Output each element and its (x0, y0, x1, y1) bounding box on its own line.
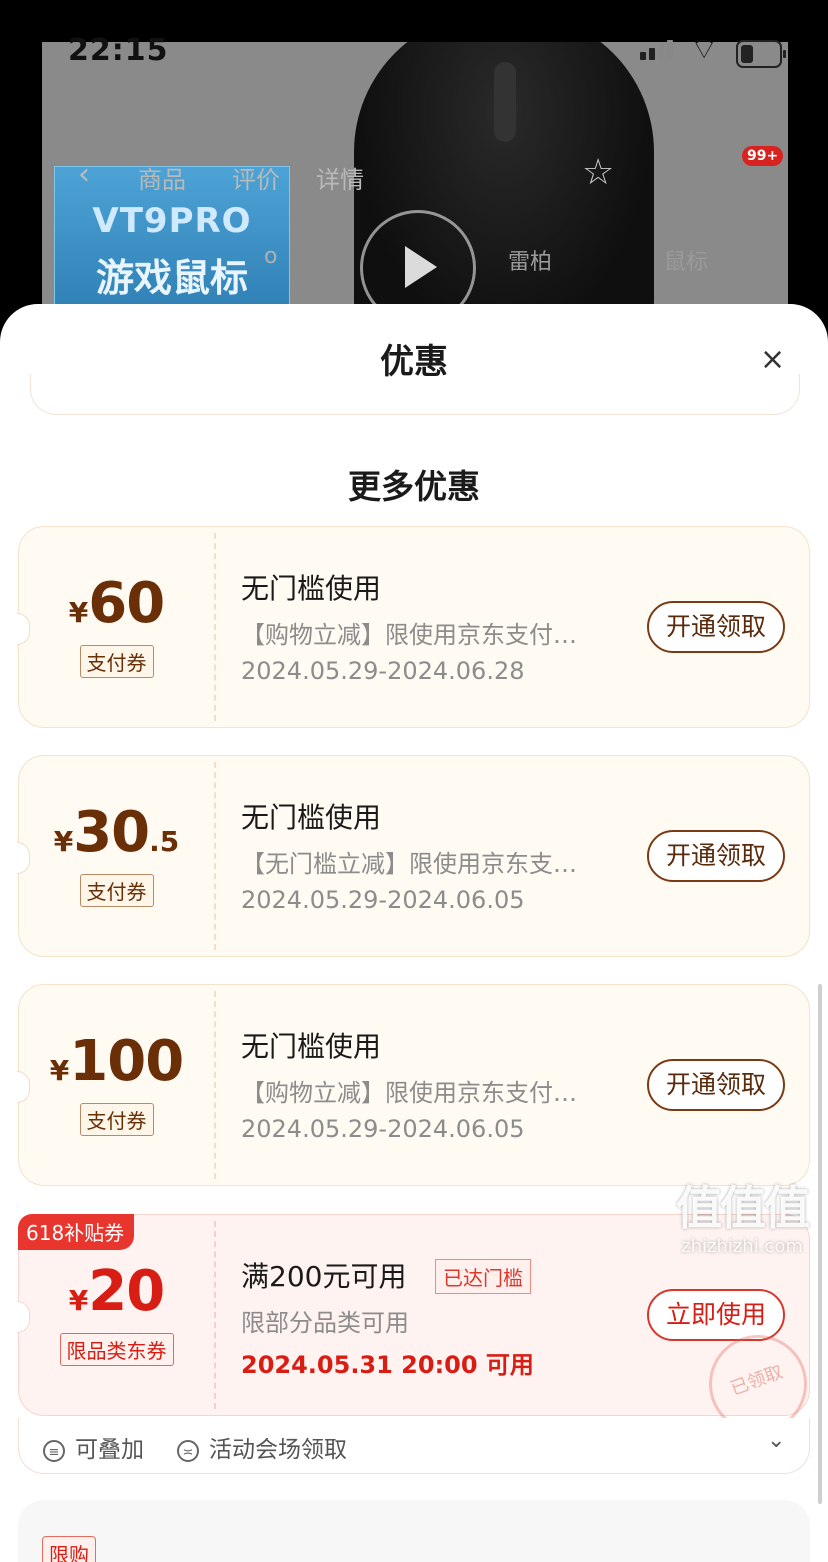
use-now-button[interactable]: 立即使用 (647, 1289, 785, 1341)
site-watermark: 值值值 zhizhizhi.com (676, 1172, 810, 1257)
coupon-type-wrap: 支付券 (19, 645, 214, 678)
amount-value: 100 (69, 1029, 184, 1094)
currency-symbol: ¥ (68, 596, 89, 629)
coupon-amount: ¥20 (19, 1259, 214, 1324)
amount-value: 20 (88, 1259, 165, 1324)
coupon-sheet: 优惠 × 更多优惠 ¥60 支付券 无门槛使用 【购物立减】限使用京东支付… 2… (0, 304, 828, 1562)
next-coupon-card: 限购 (18, 1500, 810, 1562)
stackable-label: 可叠加 (75, 1437, 144, 1463)
coupon-title: 无门槛使用 (241, 801, 382, 834)
threshold-reached-tag: 已达门槛 (435, 1259, 531, 1294)
currency-symbol: ¥ (49, 1054, 70, 1087)
coupon-card: ¥30.5 支付券 无门槛使用 【无门槛立减】限使用京东支… 2024.05.2… (17, 755, 810, 957)
coupon-title: 无门槛使用 (241, 1030, 382, 1063)
tab-reviews[interactable]: 评价 (232, 160, 280, 195)
previous-card-edge (30, 374, 800, 415)
amount-value: 30 (73, 800, 150, 865)
dashed-divider (214, 762, 216, 950)
amount-value: 60 (88, 571, 165, 636)
coupon-card-footer: ≡ 可叠加 ≍ 活动会场领取 ⌄ (18, 1418, 810, 1474)
chevron-down-icon[interactable]: ⌄ (767, 1428, 785, 1453)
watermark-logo: 值值值 (676, 1181, 810, 1235)
coupon-validity: 2024.05.29-2024.06.05 (241, 1115, 525, 1143)
amount-decimal: .5 (149, 825, 180, 858)
coupon-description: 【购物立减】限使用京东支付… (241, 1079, 577, 1107)
promo-line-2: 游戏鼠标 (95, 256, 248, 300)
signal-icon (640, 40, 676, 60)
coupon-type-tag: 支付券 (79, 1103, 154, 1136)
coupon-description: 【购物立减】限使用京东支付… (241, 621, 577, 649)
venue-icon: ≍ (177, 1439, 199, 1462)
coupon-description: 限部分品类可用 (241, 1309, 409, 1337)
wifi-icon: ⌔ (690, 32, 719, 67)
dashed-divider (214, 533, 216, 721)
coupon-type-tag: 限品类东券 (59, 1333, 174, 1366)
purchase-limit-tag: 限购 (42, 1536, 96, 1562)
brand-label: 雷柏 (508, 250, 553, 275)
close-icon[interactable]: × (760, 342, 785, 377)
status-time: 22:15 (68, 33, 169, 68)
stackable-info: ≡ 可叠加 (43, 1430, 144, 1464)
dashed-divider (214, 1221, 216, 1409)
favorite-star-icon[interactable]: ☆ (582, 152, 614, 193)
coupon-type-tag: 支付券 (79, 645, 154, 678)
coupon-validity: 2024.05.29-2024.06.28 (241, 657, 525, 685)
status-bar: 22:15 ⌔ (0, 0, 828, 80)
more-offers-title: 更多优惠 (348, 467, 480, 506)
subsidy-badge: 618补贴券 (18, 1214, 135, 1250)
partial-label: o (264, 244, 278, 269)
coupon-amount: ¥60 (19, 571, 214, 636)
battery-icon (736, 40, 786, 68)
dashed-divider (214, 991, 216, 1179)
coupon-validity: 2024.05.31 20:00 可用 (241, 1351, 534, 1379)
coupon-description: 【无门槛立减】限使用京东支… (241, 850, 577, 878)
cart-count-badge: 99+ (742, 146, 784, 166)
coupon-card: ¥100 支付券 无门槛使用 【购物立减】限使用京东支付… 2024.05.29… (17, 984, 810, 1186)
activate-claim-button[interactable]: 开通领取 (647, 830, 785, 882)
scrollbar[interactable] (818, 984, 822, 1504)
activate-claim-button[interactable]: 开通领取 (647, 601, 785, 653)
coupon-type-wrap: 限品类东券 (19, 1333, 214, 1366)
coupon-amount: ¥100 (19, 1029, 214, 1094)
category-label: 鼠标 (664, 250, 709, 275)
product-image-area: VT9PRO 游戏鼠标 ‹ 商品 评价 详情 ☆ 99+ o 雷柏 鼠标 (42, 42, 788, 332)
tab-details[interactable]: 详情 (316, 160, 364, 195)
stack-icon: ≡ (43, 1439, 65, 1462)
coupon-validity: 2024.05.29-2024.06.05 (241, 886, 525, 914)
coupon-title: 满200元可用 (241, 1260, 407, 1293)
tab-product[interactable]: 商品 (138, 160, 186, 195)
watermark-url: zhizhizhi.com (681, 1236, 803, 1257)
coupon-type-wrap: 支付券 (19, 1103, 214, 1136)
venue-info: ≍ 活动会场领取 (177, 1430, 347, 1464)
coupon-type-tag: 支付券 (79, 874, 154, 907)
venue-label: 活动会场领取 (209, 1437, 347, 1463)
currency-symbol: ¥ (53, 825, 74, 858)
coupon-card: ¥60 支付券 无门槛使用 【购物立减】限使用京东支付… 2024.05.29-… (17, 526, 810, 728)
promo-line-1: VT9PRO (92, 201, 252, 241)
back-arrow-icon[interactable]: ‹ (78, 157, 90, 192)
coupon-type-wrap: 支付券 (19, 874, 214, 907)
coupon-amount: ¥30.5 (19, 800, 214, 865)
currency-symbol: ¥ (68, 1284, 89, 1317)
activate-claim-button[interactable]: 开通领取 (647, 1059, 785, 1111)
coupon-title: 无门槛使用 (241, 572, 382, 605)
